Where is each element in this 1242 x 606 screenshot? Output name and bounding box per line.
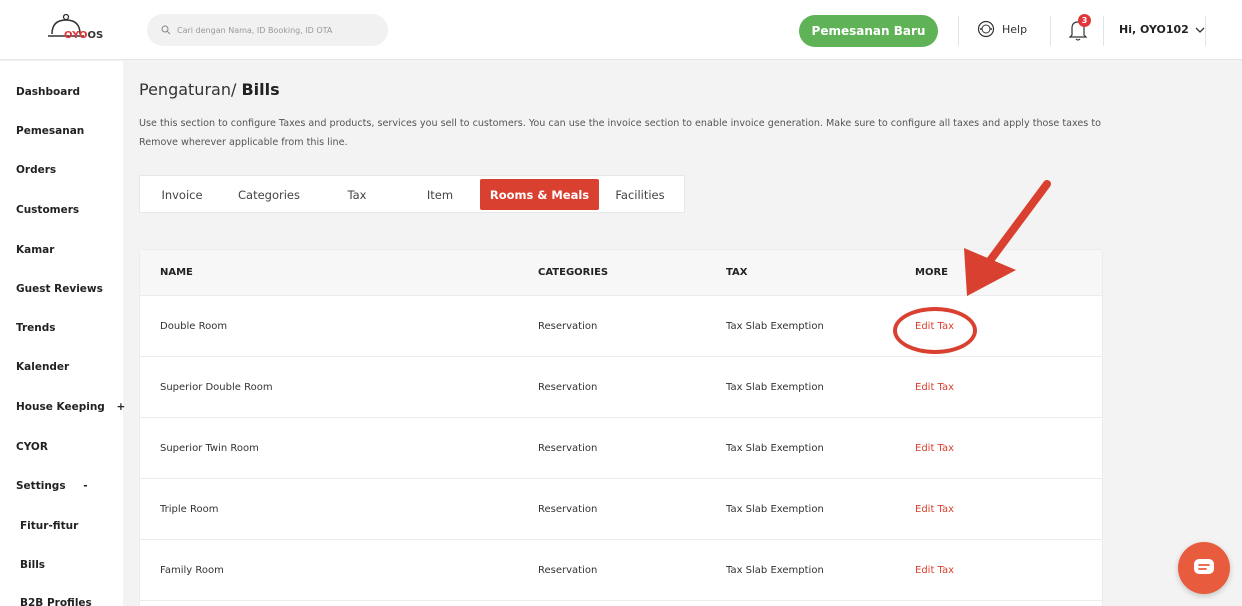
sidebar-item-customers[interactable]: Customers [16,204,79,216]
tab-rooms-meals[interactable]: Rooms & Meals [480,179,599,210]
sidebar-item-cyor[interactable]: CYOR [16,441,48,453]
sidebar-item-dashboard[interactable]: Dashboard [16,86,80,98]
table-row: Superior Twin Room Reservation Tax Slab … [140,418,1102,479]
room-name: Double Room [160,321,228,332]
highlight-circle [893,307,977,354]
sidebar-item-label: House Keeping [16,401,105,413]
user-menu[interactable]: Hi, OYO102 [1119,23,1205,36]
sidebar-item-kamar[interactable]: Kamar [16,244,54,256]
edit-tax-link[interactable]: Edit Tax [915,565,954,576]
room-category: Reservation [538,565,598,576]
tab-item[interactable]: Item [410,176,470,213]
sidebar-item-pemesanan[interactable]: Pemesanan [16,125,84,137]
column-header-more: MORE [915,267,948,278]
sidebar-item-b2b-profiles[interactable]: B2B Profiles [20,597,92,606]
annotation-arrow-icon [964,180,1051,296]
search-placeholder: Cari dengan Nama, ID Booking, ID OTA [177,25,333,35]
room-category: Reservation [538,382,598,393]
notification-badge: 3 [1078,14,1091,27]
room-category: Reservation [538,504,598,515]
room-tax: Tax Slab Exemption [726,565,824,576]
table-row: Family Room Reservation Tax Slab Exempti… [140,540,1102,601]
header-divider [1205,16,1206,46]
room-name: Triple Room [160,504,219,515]
room-name: Superior Twin Room [160,443,259,454]
breadcrumb-parent[interactable]: Pengaturan/ [139,80,236,99]
help-icon [977,20,995,38]
table-row: Superior Double Room Reservation Tax Sla… [140,357,1102,418]
room-name: Family Room [160,565,224,576]
sidebar: Dashboard Pemesanan Orders Customers Kam… [0,61,125,606]
room-tax: Tax Slab Exemption [726,321,824,332]
help-button[interactable]: Help [977,20,1027,38]
sidebar-item-house-keeping[interactable]: House Keeping + [16,401,125,413]
page-description: Use this section to configure Taxes and … [139,118,1101,148]
sidebar-item-bills[interactable]: Bills [20,559,45,571]
user-greeting: Hi, OYO102 [1119,23,1189,36]
chat-support-button[interactable] [1178,542,1230,594]
edit-tax-link[interactable]: Edit Tax [915,382,954,393]
chat-icon [1194,559,1214,574]
collapse-toggle-icon: - [83,480,88,492]
chevron-down-icon [1195,27,1205,33]
header-divider [958,16,959,46]
search-input[interactable]: Cari dengan Nama, ID Booking, ID OTA [147,14,388,46]
room-category: Reservation [538,321,598,332]
header-divider [1050,16,1051,46]
breadcrumb-current: Bills [241,80,280,99]
table-row: Triple Room Reservation Tax Slab Exempti… [140,479,1102,540]
settings-tabs: Invoice Categories Tax Item Rooms & Meal… [139,175,685,213]
edit-tax-link[interactable]: Edit Tax [915,443,954,454]
new-booking-button[interactable]: Pemesanan Baru [799,15,938,47]
room-category: Reservation [538,443,598,454]
help-label: Help [1002,22,1028,36]
sidebar-item-settings[interactable]: Settings - [16,480,88,492]
edit-tax-link[interactable]: Edit Tax [915,504,954,515]
room-name: Superior Double Room [160,382,273,393]
sidebar-item-trends[interactable]: Trends [16,322,56,334]
expand-toggle-icon: + [116,401,126,413]
tab-facilities[interactable]: Facilities [604,176,676,213]
tab-tax[interactable]: Tax [330,176,384,213]
room-tax: Tax Slab Exemption [726,382,824,393]
column-header-name: NAME [160,267,193,278]
header-divider [1103,16,1104,46]
search-icon [161,25,171,35]
logo-text: OYOOS [64,30,104,41]
tab-invoice[interactable]: Invoice [146,176,218,213]
sidebar-item-guest-reviews[interactable]: Guest Reviews [16,283,103,295]
sidebar-item-label: Settings [16,480,66,492]
sidebar-item-fitur-fitur[interactable]: Fitur-fitur [20,520,78,532]
room-tax: Tax Slab Exemption [726,443,824,454]
sidebar-item-orders[interactable]: Orders [16,164,56,176]
top-header: OYOOS Cari dengan Nama, ID Booking, ID O… [0,0,1242,60]
room-tax: Tax Slab Exemption [726,504,824,515]
sidebar-item-kalender[interactable]: Kalender [16,361,69,373]
tab-categories[interactable]: Categories [226,176,312,213]
column-header-categories: CATEGORIES [538,267,609,278]
oyo-os-logo[interactable]: OYOOS [44,13,108,48]
column-header-tax: TAX [726,267,748,278]
page-title: Pengaturan/ Bills [139,80,280,99]
